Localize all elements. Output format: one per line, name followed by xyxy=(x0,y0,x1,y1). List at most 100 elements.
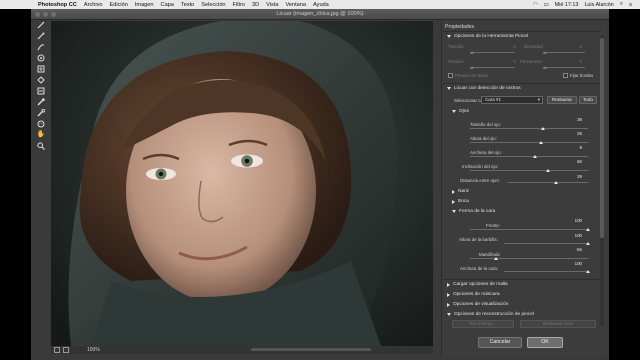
forehead-slider[interactable] xyxy=(470,229,588,230)
thaw-mask-tool-icon[interactable] xyxy=(36,108,46,117)
eye-distance-slider[interactable] xyxy=(508,182,588,183)
zoom-window-icon[interactable] xyxy=(51,12,56,17)
menu-3d[interactable]: 3D xyxy=(252,2,259,8)
face-width-slider[interactable] xyxy=(504,271,588,272)
menu-imagen[interactable]: Imagen xyxy=(135,2,154,8)
menu-ventana[interactable]: Ventana xyxy=(285,2,306,8)
brush-rate-thumb[interactable] xyxy=(543,66,547,69)
mouth-header[interactable]: Boca xyxy=(452,199,469,204)
face-tool-icon[interactable] xyxy=(36,119,46,128)
menu-ayuda[interactable]: Ayuda xyxy=(313,2,329,8)
eye-tilt-value[interactable]: 60 xyxy=(566,159,582,164)
expand-triangle-icon xyxy=(452,189,455,194)
forehead-value[interactable]: 100 xyxy=(566,218,582,223)
forehead-thumb[interactable] xyxy=(586,228,590,231)
eye-height-value[interactable]: 25 xyxy=(566,131,582,136)
menu-filtro[interactable]: Filtro xyxy=(233,2,245,8)
brush-rate-slider[interactable] xyxy=(543,67,585,68)
face-aware-header[interactable]: Licuar con detección de rostros xyxy=(447,86,521,91)
eye-distance-thumb[interactable] xyxy=(554,181,558,184)
panel-divider xyxy=(443,31,601,32)
close-window-icon[interactable] xyxy=(35,12,40,17)
stylus-pressure-checkbox[interactable] xyxy=(448,73,453,78)
panel-scrollbar[interactable] xyxy=(600,36,604,326)
freeze-mask-tool-icon[interactable] xyxy=(36,97,46,106)
smooth-tool-icon[interactable] xyxy=(36,42,46,51)
chin-height-thumb[interactable] xyxy=(586,242,590,245)
menu-seleccion[interactable]: Selección xyxy=(201,2,225,8)
pin-edges-checkbox[interactable] xyxy=(563,73,568,78)
horizontal-scrollbar[interactable] xyxy=(251,348,371,351)
all-button[interactable]: Todo xyxy=(579,96,597,104)
brush-density-value[interactable]: 0 xyxy=(566,44,582,49)
eye-distance-value[interactable]: 29 xyxy=(566,174,582,179)
forward-warp-tool-icon[interactable] xyxy=(36,20,46,29)
brush-rate-value[interactable]: 0 xyxy=(566,59,582,64)
bloat-tool-icon[interactable] xyxy=(36,75,46,84)
jawline-slider[interactable] xyxy=(470,258,588,259)
brush-pressure-value[interactable]: 0 xyxy=(500,59,516,64)
twirl-tool-icon[interactable] xyxy=(36,53,46,62)
push-left-tool-icon[interactable] xyxy=(36,86,46,95)
select-face-dropdown[interactable]: Cara #1 ▾ xyxy=(481,96,543,104)
menu-texto[interactable]: Texto xyxy=(181,2,194,8)
reconstruct-options-header[interactable]: Opciones de reconstrucción de pincel xyxy=(447,312,534,317)
zoom-in-icon[interactable] xyxy=(63,347,69,353)
face-shape-header[interactable]: Forma de la cara xyxy=(452,209,495,214)
eyes-header[interactable]: Ojos xyxy=(452,109,469,114)
search-icon[interactable]: ⌕ xyxy=(620,1,623,8)
zoom-level[interactable]: 100% xyxy=(87,347,100,353)
eye-tilt-slider[interactable] xyxy=(470,170,588,171)
ok-button[interactable]: OK xyxy=(527,337,563,348)
brush-pressure-slider[interactable] xyxy=(470,67,515,68)
eye-height-thumb[interactable] xyxy=(538,141,543,144)
nose-header[interactable]: Nariz xyxy=(452,189,469,194)
user-name[interactable]: Luis Alarcón xyxy=(584,2,613,8)
restore-button[interactable]: Restaurar xyxy=(547,96,577,104)
chin-height-value[interactable]: 100 xyxy=(566,233,582,238)
jawline-value[interactable]: -56 xyxy=(566,247,582,252)
clock[interactable]: Mié 17:13 xyxy=(555,2,579,8)
brush-density-slider[interactable] xyxy=(543,52,585,53)
menu-edicion[interactable]: Edición xyxy=(110,2,128,8)
eye-width-value[interactable]: 9 xyxy=(566,145,582,150)
face-width-value[interactable]: 100 xyxy=(566,261,582,266)
eye-width-slider[interactable] xyxy=(470,156,588,157)
pucker-tool-icon[interactable] xyxy=(36,64,46,73)
app-name[interactable]: Photoshop CC xyxy=(38,2,77,8)
menu-vista[interactable]: Vista xyxy=(266,2,278,8)
eye-height-slider[interactable] xyxy=(470,142,588,143)
restore-all-button[interactable]: Restaurar todo xyxy=(520,320,596,328)
image-canvas[interactable] xyxy=(51,21,433,346)
eye-tilt-thumb[interactable] xyxy=(545,169,550,172)
reconstruct-button[interactable]: Reconstruir... xyxy=(452,320,514,328)
eye-size-slider[interactable] xyxy=(470,128,588,129)
menu-capa[interactable]: Capa xyxy=(161,2,174,8)
view-options-header[interactable]: Opciones de visualización xyxy=(447,302,508,307)
brush-density-thumb[interactable] xyxy=(543,51,547,54)
eye-size-thumb[interactable] xyxy=(541,127,546,130)
zoom-out-icon[interactable] xyxy=(54,347,60,353)
face-width-thumb[interactable] xyxy=(586,270,590,273)
zoom-tool-icon[interactable] xyxy=(36,141,46,150)
reconstruct-tool-icon[interactable] xyxy=(36,31,46,40)
brush-size-slider[interactable] xyxy=(470,52,515,53)
brush-size-thumb[interactable] xyxy=(470,51,474,54)
brush-pressure-thumb[interactable] xyxy=(470,66,474,69)
hand-tool-icon[interactable]: ✋ xyxy=(36,130,46,139)
battery-icon[interactable]: ▭ xyxy=(544,2,549,8)
eye-size-value[interactable]: 39 xyxy=(566,117,582,122)
load-mesh-header[interactable]: Cargar opciones de malla xyxy=(447,282,508,287)
mask-options-header[interactable]: Opciones de máscara xyxy=(447,292,500,297)
wifi-icon[interactable]: ◠ xyxy=(533,2,538,8)
cancel-button[interactable]: Cancelar xyxy=(478,337,522,348)
panel-divider xyxy=(443,279,601,280)
brush-options-header[interactable]: Opciones de la Herramienta Pincel xyxy=(447,34,528,39)
brush-size-value[interactable]: 0 xyxy=(500,44,516,49)
eye-width-thumb[interactable] xyxy=(532,155,537,158)
menu-archivo[interactable]: Archivo xyxy=(84,2,103,8)
jawline-thumb[interactable] xyxy=(493,257,498,260)
chin-height-slider[interactable] xyxy=(504,243,588,244)
minimize-window-icon[interactable] xyxy=(43,12,48,17)
menu-list-icon[interactable]: ≡ xyxy=(629,2,632,8)
